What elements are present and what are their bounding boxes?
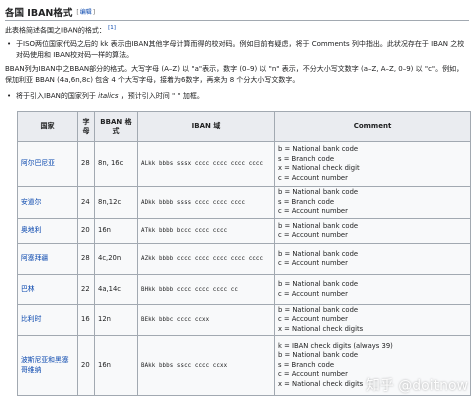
comment-line: c = Account number [278,231,348,239]
bban-cell: 4a,14c [94,274,138,305]
iban-code-cell: AZkk bbbb cccc cccc cccc cccc cccc [137,243,275,275]
bullet-text: 将于引入IBAN的国家列于 italics ，预计引入时间 " " 加框。 [7,91,467,102]
edit-bracket-close: ] [92,9,96,16]
header-iban-fields[interactable]: IBAN 域 [137,111,275,142]
iban-code-cell: BHkk bbbb cccc cccc cccc cc [137,274,275,305]
bullet-text: 于ISO两位国家代码之后的 kk 表示由IBAN其他字母计算而得的校对码。例如目… [16,40,465,59]
bullet-icon: • [7,40,12,48]
country-cell: 奥地利 [17,218,78,244]
header-country[interactable]: 国家 [17,111,78,142]
comment-cell: b = National bank code c = Account numbe… [274,218,471,244]
table-row: 比利时 16 12n BEkk bbbc cccc ccxx b = Natio… [17,304,471,336]
bban-cell: 8n, 16c [94,141,138,187]
comment-line: b = National bank code [278,249,359,258]
edit-link[interactable]: 编辑 [79,9,93,16]
table-row: 奥地利 20 16n ATkk bbbb bccc cccc cccc b = … [17,218,471,244]
iban-code-cell: BAkk bbbs sscc cccc ccxx [137,335,275,396]
bban-paragraph: BBAN列为IBAN中之BBAN部分的格式。大写字母 (A–Z) 以 "a"表示… [5,65,464,84]
comment-line: s = Branch code [278,197,335,206]
comment-cell: b = National bank code c = Account numbe… [274,274,471,305]
chars-cell: 16 [77,304,95,336]
bullet-italic-text: italics [98,92,119,100]
comment-cell: b = National bank code s = Branch code c… [274,186,471,219]
bullet-icon: • [7,92,12,100]
iban-code-cell: BEkk bbbc cccc ccxx [137,304,275,336]
header-chars[interactable]: 字母 [77,111,95,142]
country-cell: 比利时 [17,304,78,336]
comment-line: b = National bank code [278,280,359,288]
comment-cell: b = National bank code c = Account numbe… [274,304,471,336]
watermark-text: 知乎 @doitnow [365,378,468,394]
chars-cell: 20 [77,335,95,396]
country-cell: 阿塞拜疆 [17,243,78,275]
comment-line: c = Account number [278,259,348,267]
table-row: 巴林 22 4a,14c BHkk bbbb cccc cccc cccc cc… [17,274,471,305]
country-link[interactable]: 阿塞拜疆 [21,254,48,262]
comment-line: s = Branch code [278,154,335,163]
table-header-row: 国家 字母 BBAN 格式 IBAN 域 Comment [17,111,471,142]
comment-line: x = National check digit [278,164,360,172]
country-cell: 巴林 [17,274,78,305]
header-comment[interactable]: Comment [274,111,471,142]
comment-line: b = National bank code [278,351,359,360]
watermark: 知乎 @doitnow [366,375,468,395]
bullet-text-after: ，预计引入时间 " " 加框。 [120,92,204,100]
comment-line: c = Account number [278,173,348,182]
bullet-text-before: 将于引入IBAN的国家列于 [16,92,96,100]
country-cell: 阿尔巴尼亚 [17,141,78,187]
intro-text: 此表格简述各国之IBAN的格式： [5,26,106,35]
country-link[interactable]: 比利时 [21,315,41,323]
comment-line: b = National bank code [278,305,359,314]
bban-cell: 16n [94,218,138,244]
country-link[interactable]: 安道尔 [21,198,41,206]
comment-line: c = Account number [278,315,348,324]
iban-code-cell: ATkk bbbb bccc cccc cccc [137,218,275,244]
iban-code-cell: ALkk bbbs sssx cccc cccc cccc cccc [137,141,275,187]
comment-line: b = National bank code [278,145,359,153]
intro-paragraph: 此表格简述各国之IBAN的格式： [1] [5,23,469,36]
bullet-item-italics: • 将于引入IBAN的国家列于 italics ，预计引入时间 " " 加框。 [7,91,467,102]
citation-link[interactable]: [1] [108,25,116,31]
iban-code-cell: ADkk bbbb ssss cccc cccc cccc [137,186,275,219]
comment-line: b = National bank code [278,221,359,230]
table-row: 阿尔巴尼亚 28 8n, 16c ALkk bbbs sssx cccc ccc… [17,141,471,187]
comment-cell: b = National bank code c = Account numbe… [274,243,471,275]
table-row: 安道尔 24 8n,12c ADkk bbbb ssss cccc cccc c… [17,186,471,219]
country-link[interactable]: 巴林 [21,285,35,293]
chars-cell: 22 [77,274,95,305]
comment-line: x = National check digits [278,324,364,333]
table-row: 阿塞拜疆 28 4c,20n AZkk bbbb cccc cccc cccc … [17,243,471,275]
bban-cell: 12n [94,304,138,336]
comment-cell: b = National bank code s = Branch code x… [274,141,471,187]
comment-line: c = Account number [278,207,348,216]
country-cell: 安道尔 [17,186,78,219]
bban-cell: 16n [94,335,138,396]
comment-line: c = Account number [278,289,348,298]
comment-line: s = Branch code [278,360,335,369]
country-link[interactable]: 奥地利 [21,226,41,234]
country-link[interactable]: 阿尔巴尼亚 [21,159,55,167]
section-heading: 各国 IBAN格式 [编辑] [5,3,469,21]
chars-cell: 20 [77,218,95,244]
country-link[interactable]: 波斯尼亚和黑塞哥维纳 [21,356,69,374]
bban-cell: 4c,20n [94,243,138,275]
chars-cell: 24 [77,186,95,219]
chars-cell: 28 [77,243,95,275]
chars-cell: 28 [77,141,95,187]
comment-line: k = IBAN check digits (always 39) [278,341,393,350]
header-bban[interactable]: BBAN 格式 [94,111,138,142]
edit-section: [编辑] [76,7,95,16]
comment-line: b = National bank code [278,188,359,197]
iban-format-table: 国家 字母 BBAN 格式 IBAN 域 Comment 阿尔巴尼亚 28 8n… [17,111,471,396]
bullet-item-checkdigit: • 于ISO两位国家代码之后的 kk 表示由IBAN其他字母计算而得的校对码。例… [7,39,467,61]
country-cell: 波斯尼亚和黑塞哥维纳 [17,335,78,396]
section-title: 各国 IBAN格式 [5,7,73,19]
bban-cell: 8n,12c [94,186,138,219]
